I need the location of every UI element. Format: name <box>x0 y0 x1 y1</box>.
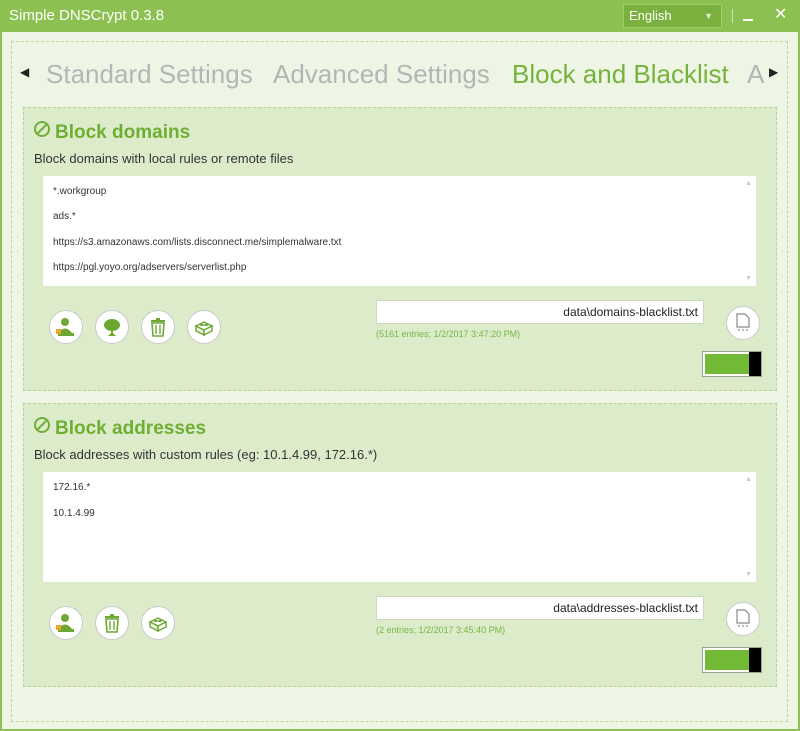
app-title: Simple DNSCrypt 0.3.8 <box>9 7 165 24</box>
block-addresses-heading: Block addresses <box>34 417 206 440</box>
tree-icon <box>104 319 120 336</box>
addresses-clear-button[interactable] <box>95 606 129 640</box>
main-content: ◀ Standard Settings Advanced Settings Bl… <box>2 32 798 729</box>
close-icon: ✕ <box>774 6 788 23</box>
lego-brick-icon <box>194 321 214 337</box>
block-domains-panel: Block domains Block domains with local r… <box>23 107 777 391</box>
address-rule: 172.16.* <box>53 482 91 493</box>
block-domains-heading: Block domains <box>34 121 190 144</box>
addresses-generate-button[interactable] <box>141 606 175 640</box>
addresses-blacklist-meta: (2 entries; 1/2/2017 3:45:40 PM) <box>376 625 506 635</box>
domains-generate-button[interactable] <box>187 310 221 344</box>
document-icon <box>736 609 750 627</box>
toggle-knob <box>749 648 761 672</box>
domain-rule: *.workgroup <box>53 186 107 197</box>
domain-rule: https://s3.amazonaws.com/lists.disconnec… <box>53 237 342 248</box>
tab-scroll-left-icon[interactable]: ◀ <box>20 65 29 79</box>
domain-rule: ads.* <box>53 211 76 222</box>
scroll-up-icon[interactable]: ▲ <box>745 180 752 187</box>
domains-remote-button[interactable] <box>95 310 129 344</box>
domains-user-rules-button[interactable] <box>49 310 83 344</box>
toggle-knob <box>749 352 761 376</box>
tab-scroll-right-icon[interactable]: ▶ <box>769 65 778 79</box>
language-value: English <box>629 8 672 23</box>
trash-icon <box>105 614 119 633</box>
titlebar-separator <box>732 9 733 23</box>
block-domains-description: Block domains with local rules or remote… <box>34 151 294 166</box>
domains-blacklist-meta: (5161 entries; 1/2/2017 3:47:20 PM) <box>376 329 521 339</box>
trash-icon <box>151 318 165 337</box>
tab-advanced-settings[interactable]: Advanced Settings <box>273 59 490 90</box>
tab-bar: ◀ Standard Settings Advanced Settings Bl… <box>2 32 798 112</box>
user-rules-icon <box>56 614 74 632</box>
block-addresses-panel: Block addresses Block addresses with cus… <box>23 403 777 687</box>
addresses-open-file-button[interactable] <box>726 602 760 636</box>
title-bar: Simple DNSCrypt 0.3.8 English ▼ ✕ <box>0 0 800 32</box>
user-rules-icon <box>56 318 74 336</box>
domain-rules-textarea[interactable]: *.workgroup ads.* https://s3.amazonaws.c… <box>43 176 756 286</box>
toggle-fill <box>705 354 749 374</box>
scroll-up-icon[interactable]: ▲ <box>745 476 752 483</box>
toggle-fill <box>705 650 749 670</box>
scroll-down-icon[interactable]: ▼ <box>745 275 752 282</box>
document-icon <box>736 313 750 331</box>
block-icon <box>34 417 50 433</box>
domains-blacklist-file-field[interactable]: data\domains-blacklist.txt <box>376 300 704 324</box>
chevron-down-icon: ▼ <box>704 11 713 21</box>
tab-standard-settings[interactable]: Standard Settings <box>46 59 253 90</box>
scroll-down-icon[interactable]: ▼ <box>745 571 752 578</box>
close-button[interactable]: ✕ <box>774 5 787 25</box>
addresses-user-rules-button[interactable] <box>49 606 83 640</box>
language-select[interactable]: English ▼ <box>623 4 722 28</box>
addresses-blacklist-toggle[interactable] <box>702 647 762 673</box>
tab-block-and-blacklist[interactable]: Block and Blacklist <box>512 59 729 90</box>
tab-next-partial[interactable]: A <box>747 59 764 90</box>
domains-clear-button[interactable] <box>141 310 175 344</box>
minimize-icon <box>743 19 753 21</box>
domains-open-file-button[interactable] <box>726 306 760 340</box>
block-icon <box>34 121 50 137</box>
block-addresses-description: Block addresses with custom rules (eg: 1… <box>34 447 378 462</box>
lego-brick-icon <box>148 617 168 633</box>
address-rules-textarea[interactable]: 172.16.* 10.1.4.99 ▲ ▼ <box>43 472 756 582</box>
domain-rule: https://pgl.yoyo.org/adservers/serverlis… <box>53 262 247 273</box>
domains-blacklist-toggle[interactable] <box>702 351 762 377</box>
addresses-blacklist-file-field[interactable]: data\addresses-blacklist.txt <box>376 596 704 620</box>
block-domains-title: Block domains <box>55 122 191 143</box>
address-rule: 10.1.4.99 <box>53 508 95 519</box>
block-addresses-title: Block addresses <box>55 418 207 439</box>
